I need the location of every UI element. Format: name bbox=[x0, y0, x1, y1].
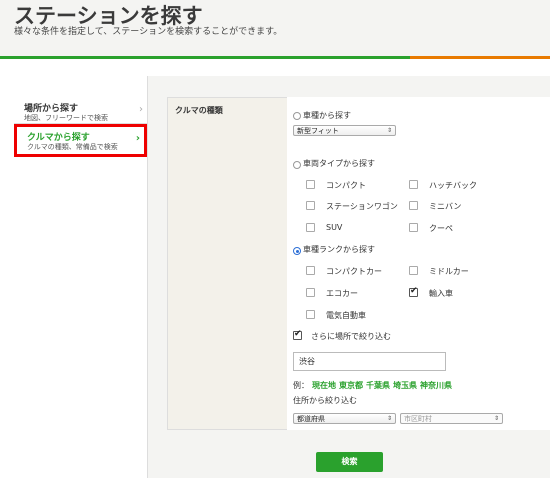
chevron-updown-icon: ⇕ bbox=[386, 415, 392, 422]
checkbox-narrow-by-place[interactable] bbox=[293, 329, 302, 340]
address-filter-label: 住所から絞り込む bbox=[293, 396, 357, 405]
model-select-value: 新型フィット bbox=[297, 127, 339, 135]
sidebar-item-car[interactable]: クルマから探す クルマの種類、常備品で検索 › bbox=[14, 124, 147, 157]
checkbox-middle-car[interactable] bbox=[409, 266, 418, 275]
chevron-updown-icon: ⇕ bbox=[386, 127, 392, 134]
chevron-right-icon: › bbox=[135, 133, 140, 144]
example-link[interactable]: 埼玉県 bbox=[393, 381, 417, 390]
checkbox-label: ハッチバック bbox=[429, 181, 477, 190]
checkbox-label: コンパクトカー bbox=[326, 267, 382, 276]
prefecture-select-value: 都道府県 bbox=[297, 415, 325, 423]
city-select-value: 市区町村 bbox=[404, 415, 432, 423]
radio-by-rank[interactable] bbox=[293, 247, 301, 255]
model-select[interactable]: 新型フィット ⇕ bbox=[293, 125, 396, 136]
checkbox-label: クーペ bbox=[429, 224, 453, 233]
chevron-updown-icon: ⇕ bbox=[493, 415, 499, 422]
checkbox-label: さらに場所で絞り込む bbox=[311, 332, 391, 341]
prefecture-select[interactable]: 都道府県 ⇕ bbox=[293, 413, 396, 424]
page-header: ステーションを探す 様々な条件を指定して、ステーションを検索することができます。 bbox=[0, 0, 550, 56]
checkbox-compact-car[interactable] bbox=[306, 266, 315, 275]
checkbox-label: ミニバン bbox=[429, 202, 462, 211]
checkbox-label: 電気自動車 bbox=[326, 311, 366, 320]
example-link[interactable]: 千葉県 bbox=[366, 381, 390, 390]
checkbox-minivan[interactable] bbox=[409, 201, 418, 210]
checkbox-label: ステーションワゴン bbox=[326, 202, 398, 211]
example-link[interactable]: 神奈川県 bbox=[420, 381, 452, 390]
section-label: クルマの種類 bbox=[175, 106, 223, 115]
search-button[interactable]: 検索 bbox=[316, 452, 383, 472]
checkbox-label: 輸入車 bbox=[429, 289, 453, 298]
examples-label: 例： bbox=[293, 381, 309, 390]
checkbox-label: エコカー bbox=[326, 289, 358, 298]
checkbox-compact[interactable] bbox=[306, 180, 315, 189]
radio-by-model[interactable] bbox=[293, 112, 301, 120]
example-link[interactable]: 東京都 bbox=[339, 381, 363, 390]
checkbox-eco-car[interactable] bbox=[306, 288, 315, 297]
radio-by-model-label: 車種から探す bbox=[303, 111, 351, 120]
example-places: 例： 現在地 東京都 千葉県 埼玉県 神奈川県 bbox=[293, 380, 452, 391]
example-link[interactable]: 現在地 bbox=[312, 381, 336, 390]
sidebar-item-place[interactable]: 場所から探す 地図、フリーワードで検索 › bbox=[14, 98, 147, 124]
checkbox-electric-car[interactable] bbox=[306, 310, 315, 319]
checkbox-coupe[interactable] bbox=[409, 223, 418, 232]
page-subtitle: 様々な条件を指定して、ステーションを検索することができます。 bbox=[14, 27, 283, 37]
checkbox-station-wagon[interactable] bbox=[306, 201, 315, 210]
checkbox-label: ミドルカー bbox=[429, 267, 469, 276]
checkbox-suv[interactable] bbox=[306, 223, 315, 232]
chevron-right-icon: › bbox=[139, 104, 143, 115]
checkbox-label: コンパクト bbox=[326, 181, 366, 190]
place-search-input[interactable]: 渋谷 bbox=[293, 352, 446, 371]
city-select[interactable]: 市区町村 ⇕ bbox=[400, 413, 503, 424]
sidebar-item-desc: クルマの種類、常備品で検索 bbox=[27, 143, 118, 151]
radio-by-rank-label: 車種ランクから探す bbox=[303, 245, 375, 254]
radio-by-type[interactable] bbox=[293, 161, 301, 169]
checkbox-label: SUV bbox=[326, 223, 343, 232]
checkbox-imported-car[interactable] bbox=[409, 286, 418, 297]
radio-by-type-label: 車両タイプから探す bbox=[303, 159, 375, 168]
sidebar-item-desc: 地図、フリーワードで検索 bbox=[24, 114, 108, 122]
checkbox-hatchback[interactable] bbox=[409, 180, 418, 189]
